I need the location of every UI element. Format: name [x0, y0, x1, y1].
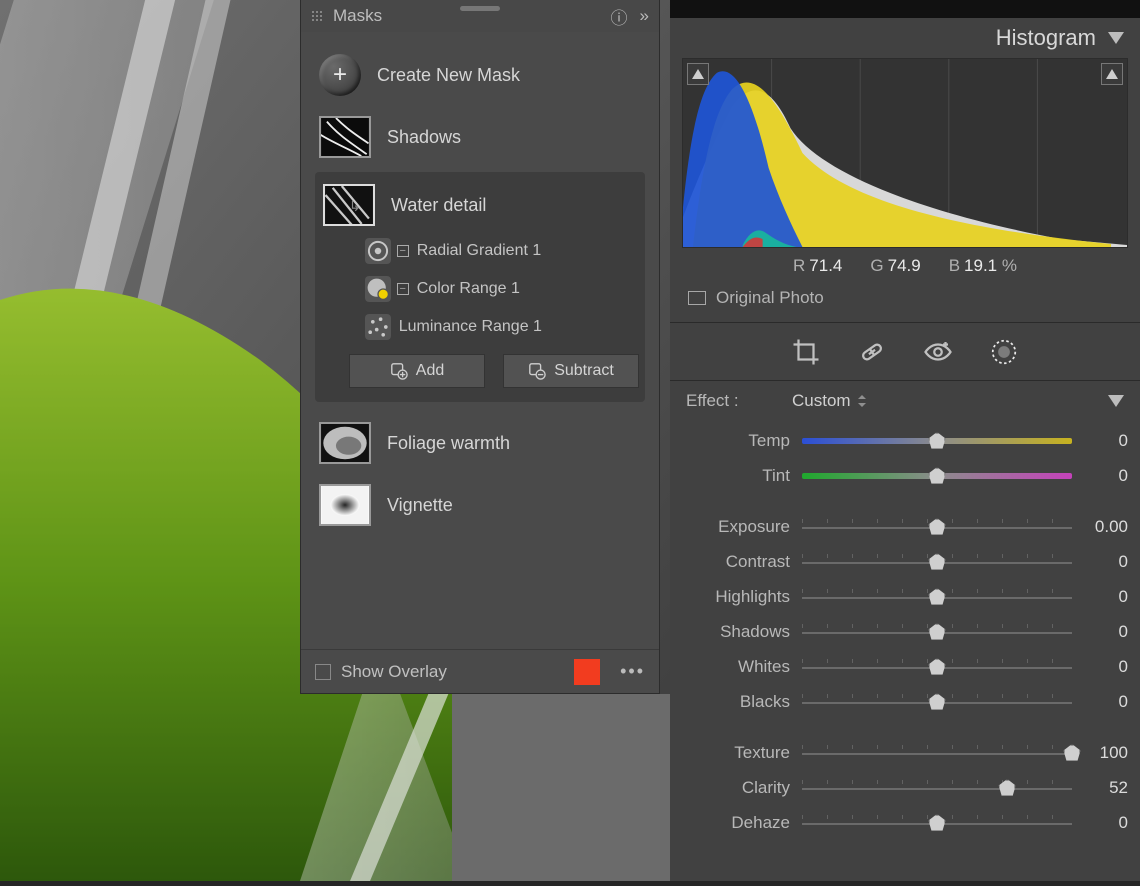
subtract-indicator-icon: − — [397, 283, 409, 295]
drag-handle[interactable] — [460, 6, 500, 11]
show-overlay-checkbox[interactable] — [315, 664, 331, 680]
histogram-header[interactable]: Histogram — [670, 18, 1140, 58]
grip-icon — [311, 10, 323, 22]
create-new-mask-button[interactable]: + Create New Mask — [315, 44, 645, 106]
right-panel: Histogram R71.4 G74.9 B19.1 % Original P… — [670, 0, 1140, 881]
mask-label: Shadows — [387, 127, 461, 148]
masks-panel-title: Masks — [333, 6, 382, 26]
masking-tool-icon[interactable] — [989, 337, 1019, 367]
rgb-readout: R71.4 G74.9 B19.1 % — [670, 248, 1140, 284]
tool-strip — [670, 323, 1140, 381]
mask-thumbnail — [319, 116, 371, 158]
highlight-clipping-toggle[interactable] — [1101, 63, 1123, 85]
crop-tool-icon[interactable] — [791, 337, 821, 367]
mask-item-water-detail: Water detail ↳ − Radial Gradient 1 — [315, 172, 645, 402]
button-label: Subtract — [554, 362, 614, 380]
luminance-range-icon — [365, 314, 391, 340]
masks-panel: Masks ⓘ » + Create New Mask Shadows — [300, 0, 660, 694]
subtract-indicator-icon: − — [397, 245, 409, 257]
effect-label: Effect : — [686, 391, 792, 411]
mask-label: Vignette — [387, 495, 453, 516]
help-icon[interactable]: ⓘ — [611, 4, 628, 29]
effect-value: Custom — [792, 391, 851, 411]
slider-exposure[interactable]: Exposure 0.00 — [682, 509, 1128, 544]
histogram-display[interactable] — [682, 58, 1128, 248]
panel-disclosure-icon[interactable] — [1108, 395, 1124, 407]
mask-item-water-detail-header[interactable]: Water detail — [321, 178, 639, 232]
mask-label: Foliage warmth — [387, 433, 510, 454]
stepper-icon — [857, 395, 867, 407]
collapse-icon[interactable]: » — [640, 6, 649, 26]
mask-component-luminance[interactable]: Luminance Range 1 — [365, 308, 639, 346]
overlay-color-swatch[interactable] — [574, 659, 600, 685]
subtract-icon — [528, 362, 546, 380]
effect-preset-row[interactable]: Effect : Custom — [670, 381, 1140, 421]
slider-dehaze[interactable]: Dehaze 0 — [682, 805, 1128, 840]
mask-thumbnail — [319, 422, 371, 464]
add-icon — [390, 362, 408, 380]
subtract-from-mask-button[interactable]: Subtract — [503, 354, 639, 388]
mask-label: Water detail — [391, 195, 486, 216]
mask-item-foliage[interactable]: Foliage warmth — [315, 412, 645, 474]
color-range-icon — [365, 276, 391, 302]
original-photo-icon — [688, 291, 706, 305]
mask-component-color[interactable]: − Color Range 1 — [365, 270, 639, 308]
mask-component-radial[interactable]: − Radial Gradient 1 — [365, 232, 639, 270]
slider-tint[interactable]: Tint 0 — [682, 458, 1128, 493]
slider-whites[interactable]: Whites 0 — [682, 649, 1128, 684]
show-overlay-label: Show Overlay — [341, 662, 564, 682]
healing-tool-icon[interactable] — [857, 337, 887, 367]
mask-item-vignette[interactable]: Vignette — [315, 474, 645, 536]
canvas-background — [452, 694, 672, 881]
slider-temp[interactable]: Temp 0 — [682, 423, 1128, 458]
plus-icon: + — [319, 54, 361, 96]
window-top-bar — [670, 0, 1140, 18]
mask-thumbnail — [319, 484, 371, 526]
component-label: Color Range 1 — [417, 280, 520, 298]
create-label: Create New Mask — [377, 65, 520, 86]
adjustment-sliders: Temp 0 Tint 0 Exposure 0.00 Contrast 0 H… — [670, 421, 1140, 840]
original-photo-toggle[interactable]: Original Photo — [670, 284, 1140, 323]
slider-clarity[interactable]: Clarity 52 — [682, 770, 1128, 805]
original-photo-label: Original Photo — [716, 288, 824, 308]
masks-panel-header[interactable]: Masks ⓘ » — [301, 0, 659, 32]
redeye-tool-icon[interactable] — [923, 337, 953, 367]
slider-blacks[interactable]: Blacks 0 — [682, 684, 1128, 719]
radial-gradient-icon — [365, 238, 391, 264]
slider-shadows[interactable]: Shadows 0 — [682, 614, 1128, 649]
component-label: Luminance Range 1 — [399, 318, 542, 336]
disclosure-triangle-icon — [1108, 32, 1124, 44]
slider-highlights[interactable]: Highlights 0 — [682, 579, 1128, 614]
shadow-clipping-toggle[interactable] — [687, 63, 709, 85]
button-label: Add — [416, 362, 444, 380]
histogram-title: Histogram — [996, 25, 1096, 51]
slider-contrast[interactable]: Contrast 0 — [682, 544, 1128, 579]
slider-texture[interactable]: Texture 100 — [682, 735, 1128, 770]
sub-arrow-icon: ↳ — [349, 198, 365, 346]
mask-item-shadows[interactable]: Shadows — [315, 106, 645, 168]
add-to-mask-button[interactable]: Add — [349, 354, 485, 388]
more-options-icon[interactable]: ••• — [620, 661, 645, 682]
component-label: Radial Gradient 1 — [417, 242, 542, 260]
